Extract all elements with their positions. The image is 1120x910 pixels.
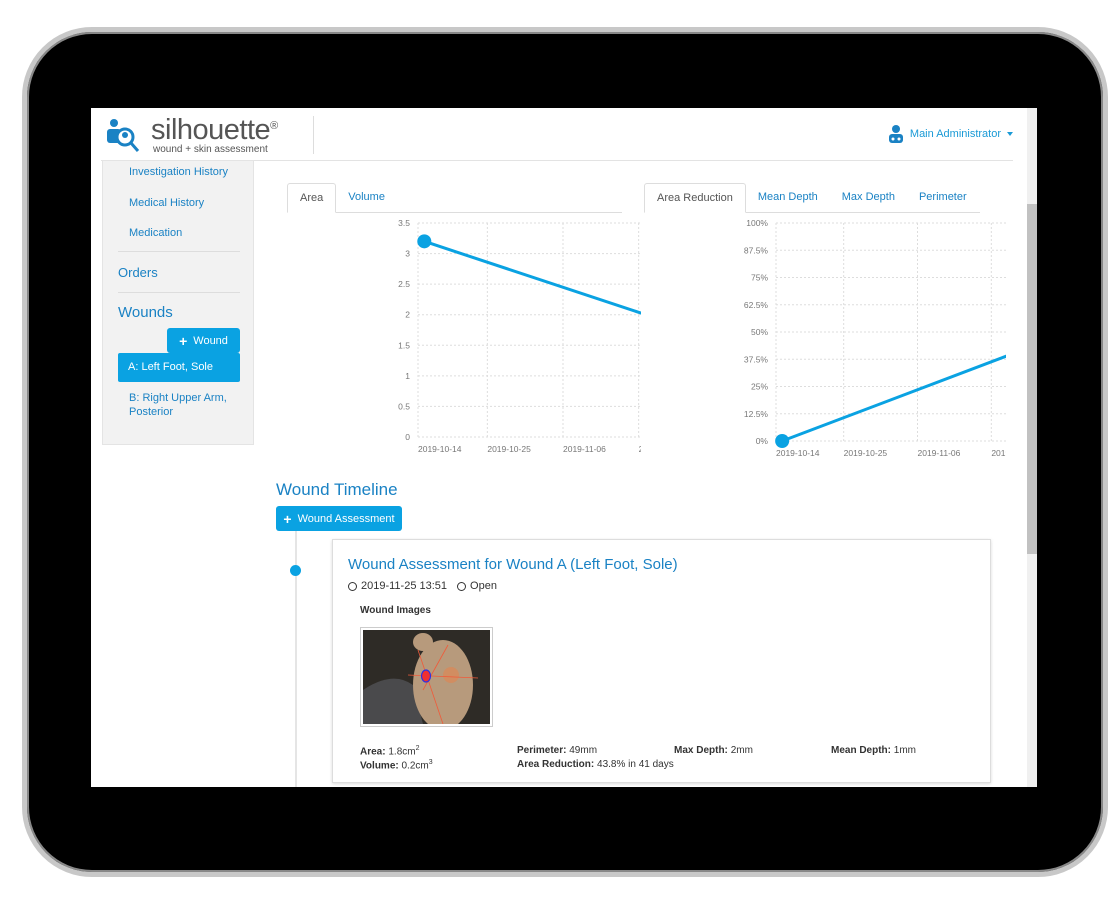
sidebar-item-medication[interactable]: Medication [129,227,182,239]
y-tick-label: 2 [405,310,410,320]
x-tick-label: 2019-10-25 [844,448,888,458]
wound-image-thumbnail[interactable] [360,627,493,730]
y-tick-label: 87.5% [744,245,769,255]
series-line [781,354,1006,443]
tab-volume[interactable]: Volume [336,183,397,212]
y-tick-label: 0 [405,432,410,442]
wounds-heading: Wounds [118,304,173,321]
area-reduction-chart: 0% 12.5% 25% 37.5% 50% 62.5% 75% 87.5% 100% 2019-… [744,218,1006,458]
series-line [423,239,641,315]
wound-item-b[interactable]: B: Right Upper Arm, Posterior [129,391,239,419]
metric-perimeter: Perimeter: 49mm [517,745,598,756]
add-wound-assessment-button[interactable]: + Wound Assessment [276,506,402,531]
wound-images-label: Wound Images [360,605,431,616]
timeline-heading: Wound Timeline [276,480,398,499]
y-tick-label: 3.5 [398,218,410,228]
x-tick-label: 2019-10-14 [776,448,820,458]
add-wound-button[interactable]: + Wound [167,328,240,353]
y-tick-label: 25% [751,382,768,392]
plus-icon: + [179,332,188,349]
y-tick-label: 0% [756,436,769,446]
status-icon [457,581,467,591]
user-search-icon [107,119,140,152]
metric-area: Area: 1.8cm2 [360,745,420,758]
x-tick-label: 2019-10-14 [418,444,462,454]
x-tick-label: 2019-11-06 [563,444,606,454]
area-chart: 0 0.5 1 1.5 2 2.5 3 3.5 2019-10-14 2019-10-25 2019… [398,218,641,454]
tab-max-depth[interactable]: Max Depth [830,183,907,212]
metric-area-reduction: Area Reduction: 43.8% in 41 days [517,759,674,770]
metric-mean-depth: Mean Depth: 1mm [831,745,917,756]
wound-item-a[interactable]: A: Left Foot, Sole [118,353,240,382]
y-tick-label: 2.5 [398,279,410,289]
metric-max-depth: Max Depth: 2mm [674,745,753,756]
divider [118,251,240,252]
status-badge: Open [470,580,497,592]
tab-mean-depth[interactable]: Mean Depth [746,183,830,212]
scrollbar-thumb[interactable] [1027,204,1037,554]
user-name: Main Administrator [909,128,1001,140]
timeline-dot [290,565,301,576]
sidebar-item-orders[interactable]: Orders [118,265,158,280]
wound-photo [363,630,490,730]
left-chart-tabs: Area Volume [287,183,622,213]
assessment-meta: 2019-11-25 13:51 Open [348,580,497,592]
y-tick-label: 12.5% [744,409,769,419]
tab-perimeter[interactable]: Perimeter [907,183,979,212]
metric-volume: Volume: 0.2cm3 [360,759,433,772]
app-screen: silhouette® wound + skin assessment Main… [91,108,1037,787]
header-divider [313,116,314,154]
x-tick-label: 2019-11-18 [991,448,1006,458]
tab-area-reduction[interactable]: Area Reduction [644,183,746,213]
clock-icon [348,581,357,591]
divider [118,292,240,293]
sidebar: Investigation History Medical History Me… [102,160,254,445]
y-tick-label: 3 [405,249,410,259]
tab-area[interactable]: Area [287,183,337,213]
y-tick-label: 50% [751,327,768,337]
y-tick-label: 62.5% [744,300,769,310]
y-tick-label: 37.5% [744,354,769,364]
doctor-icon [888,125,903,143]
assessment-title[interactable]: Wound Assessment for Wound A (Left Foot,… [348,556,678,573]
app-subtitle: wound + skin assessment [153,144,268,155]
plus-icon: + [283,510,292,527]
sidebar-item-medical-history[interactable]: Medical History [129,197,204,209]
data-point [775,434,790,448]
app-logo: silhouette® [151,114,278,146]
y-tick-label: 1.5 [398,340,410,350]
chevron-down-icon [1007,132,1013,136]
y-tick-label: 0.5 [398,401,410,411]
right-chart-tabs: Area Reduction Mean Depth Max Depth Peri… [644,183,980,213]
data-point [417,234,432,249]
x-tick-label: 2019-11-06 [918,448,961,458]
assessment-card: Wound Assessment for Wound A (Left Foot,… [332,539,991,783]
y-tick-label: 1 [405,371,410,381]
user-menu[interactable]: Main Administrator [888,125,1013,143]
x-tick-label: 2019-10-25 [487,444,531,454]
sidebar-item-investigation-history[interactable]: Investigation History [129,166,228,178]
y-tick-label: 100% [746,218,768,228]
y-tick-label: 75% [751,273,768,283]
